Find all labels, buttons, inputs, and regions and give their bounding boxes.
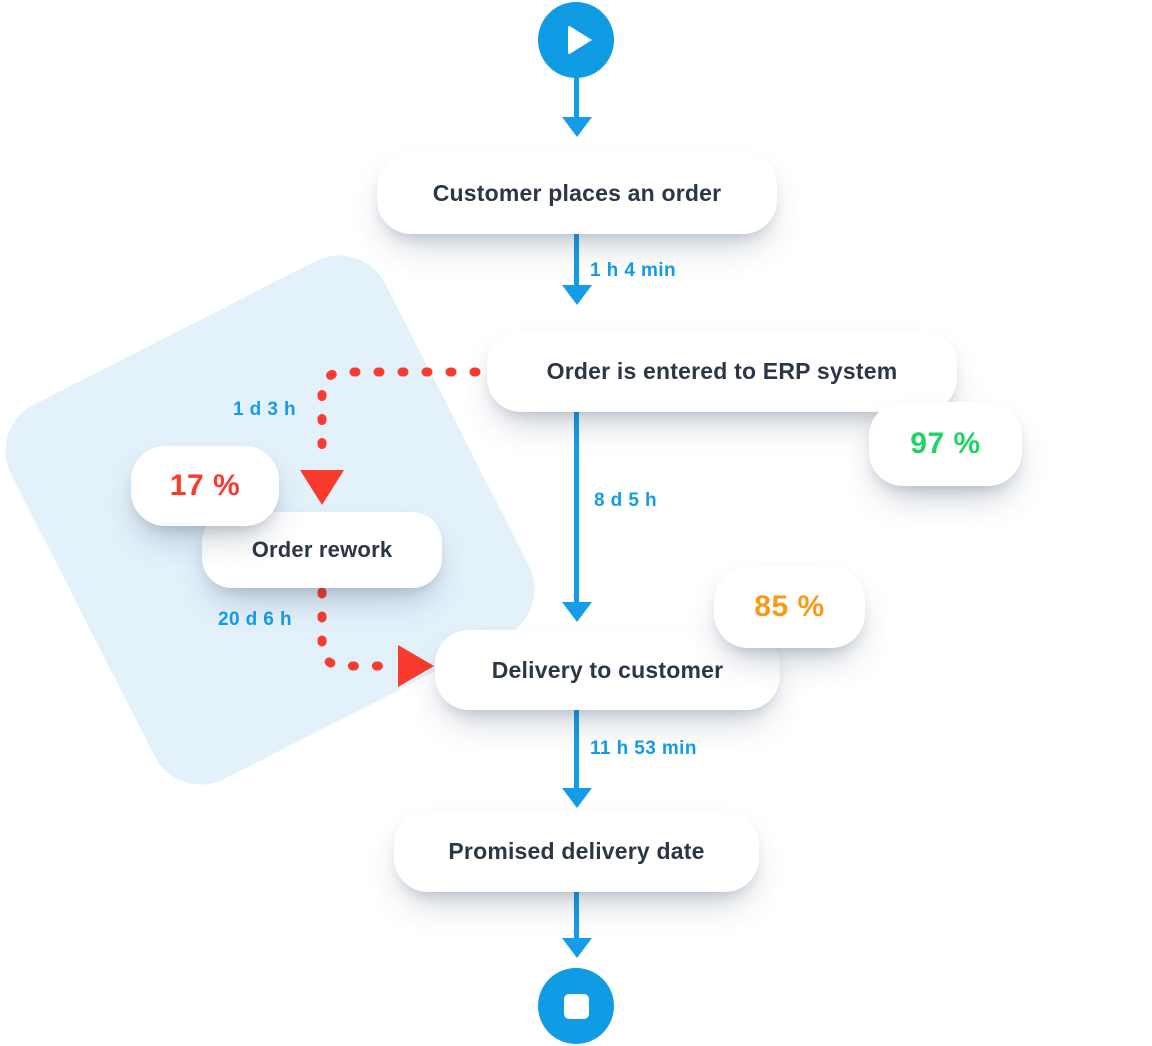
connector-delivery-to-promised <box>574 708 579 796</box>
badge-value: 85 % <box>754 590 825 623</box>
edge-label-erp-to-delivery: 8 d 5 h <box>594 490 657 511</box>
edge-label-rework-to-delivery: 20 d 6 h <box>218 609 292 630</box>
badge-erp-conformance[interactable]: 97 % <box>869 402 1022 486</box>
badge-value: 17 % <box>169 469 241 502</box>
node-label: Order is entered to ERP system <box>546 357 898 384</box>
node-label: Delivery to customer <box>491 656 724 683</box>
edge-label-delivery-to-promised: 11 h 53 min <box>590 738 697 759</box>
node-label: Customer places an order <box>432 179 722 206</box>
edge-label-erp-to-rework: 1 d 3 h <box>233 399 296 420</box>
stop-icon <box>563 993 589 1019</box>
arrow-delivery-to-promised <box>562 788 592 808</box>
end-terminator[interactable] <box>538 968 614 1044</box>
start-terminator[interactable] <box>538 2 614 78</box>
node-promised-date[interactable]: Promised delivery date <box>394 810 759 892</box>
node-order-placed[interactable]: Customer places an order <box>377 152 777 234</box>
node-label: Promised delivery date <box>448 837 705 864</box>
badge-rework-rate[interactable]: 17 % <box>131 446 279 526</box>
play-icon <box>567 25 592 55</box>
process-flow-diagram: 1 h 4 min 8 d 5 h 11 h 53 min 1 d 3 h 20… <box>0 0 1152 1046</box>
arrow-order-to-erp <box>562 285 592 305</box>
connector-order-to-erp <box>574 232 579 292</box>
node-erp-entry[interactable]: Order is entered to ERP system <box>487 330 957 412</box>
connector-erp-to-delivery <box>574 410 579 615</box>
arrow-start-to-order <box>562 117 592 137</box>
badge-delivery-conformance[interactable]: 85 % <box>714 566 865 648</box>
badge-value: 97 % <box>910 427 981 460</box>
node-label: Order rework <box>251 537 393 562</box>
arrow-promised-to-end <box>562 938 592 958</box>
edge-label-order-to-erp: 1 h 4 min <box>590 260 676 281</box>
arrow-erp-to-delivery <box>562 602 592 622</box>
